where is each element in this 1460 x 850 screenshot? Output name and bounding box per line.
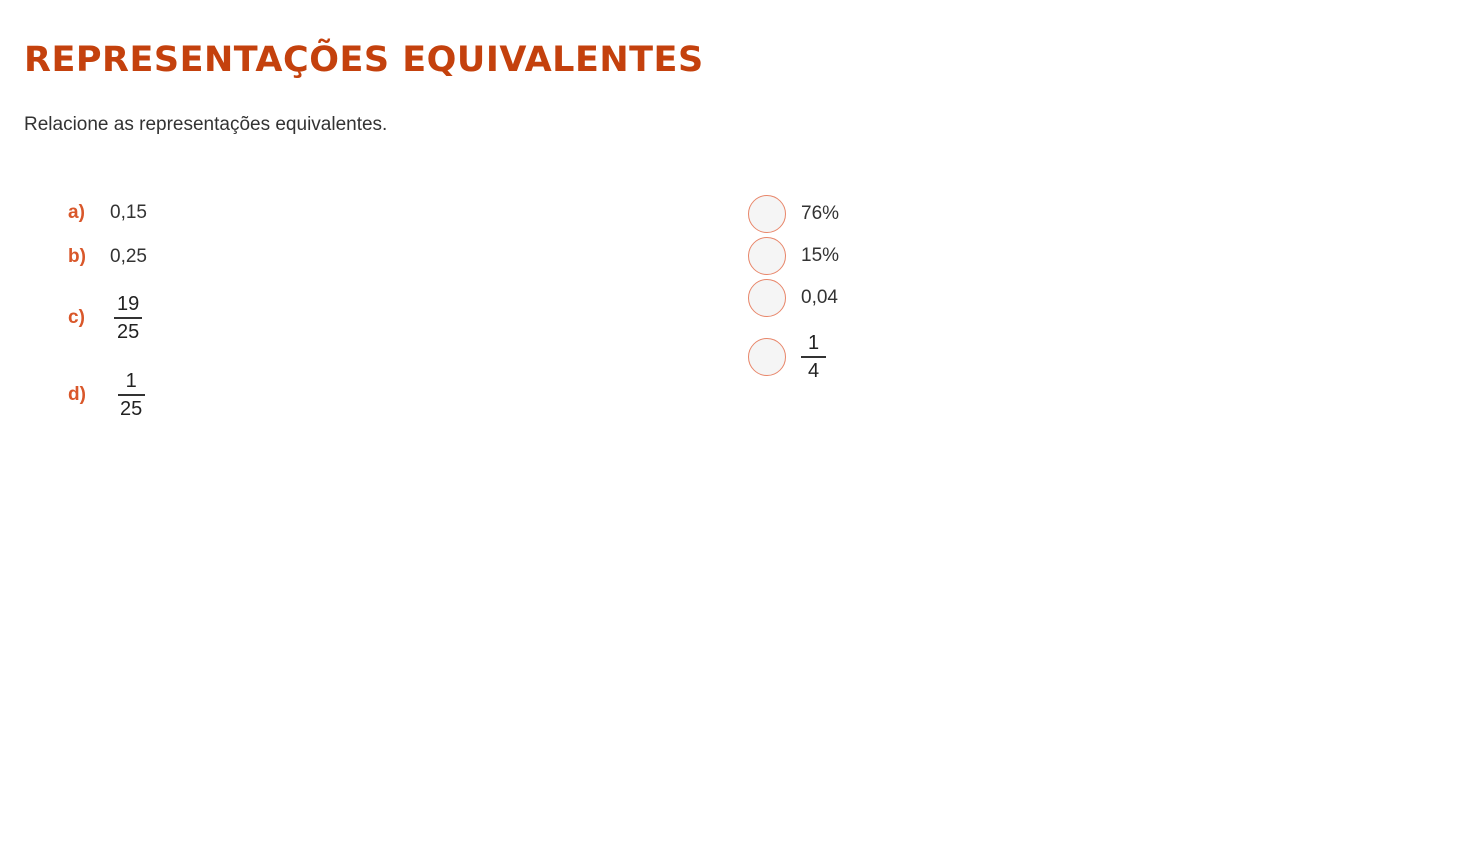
item-value: 0,15: [110, 202, 147, 223]
item-value: 76%: [801, 203, 840, 224]
right-item-2: 15%: [748, 237, 839, 275]
right-item-1: 76%: [748, 195, 839, 233]
item-value: 0,04: [801, 287, 838, 308]
item-letter: d): [68, 384, 86, 405]
fraction-numerator: 1: [801, 331, 827, 358]
fraction-numerator: 1: [117, 369, 145, 396]
left-item-a: a) 0,15: [68, 202, 147, 224]
instruction-text: Relacione as representações equivalentes…: [24, 114, 388, 135]
left-item-d: d) 1 25: [68, 369, 145, 421]
item-letter: c): [68, 307, 85, 328]
fraction: 19 25: [114, 292, 143, 344]
item-value: 15%: [801, 245, 840, 266]
fraction-denominator: 25: [120, 398, 143, 420]
left-item-c: c) 19 25: [68, 292, 143, 344]
page-title: REPRESENTAÇÕES EQUIVALENTES: [24, 40, 704, 80]
right-item-3: 0,04: [748, 279, 838, 317]
fraction: 1 4: [801, 331, 827, 383]
fraction-denominator: 4: [808, 360, 820, 382]
item-value: 0,25: [110, 246, 147, 267]
item-letter: a): [68, 202, 85, 223]
fraction-numerator: 19: [114, 292, 143, 319]
right-item-4: 1 4: [748, 331, 827, 383]
fraction: 1 25: [117, 369, 145, 421]
answer-circle-input[interactable]: [748, 279, 786, 317]
item-letter: b): [68, 246, 86, 267]
left-item-b: b) 0,25: [68, 246, 147, 268]
fraction-denominator: 25: [117, 321, 140, 343]
answer-circle-input[interactable]: [748, 195, 786, 233]
answer-circle-input[interactable]: [748, 237, 786, 275]
answer-circle-input[interactable]: [748, 338, 786, 376]
